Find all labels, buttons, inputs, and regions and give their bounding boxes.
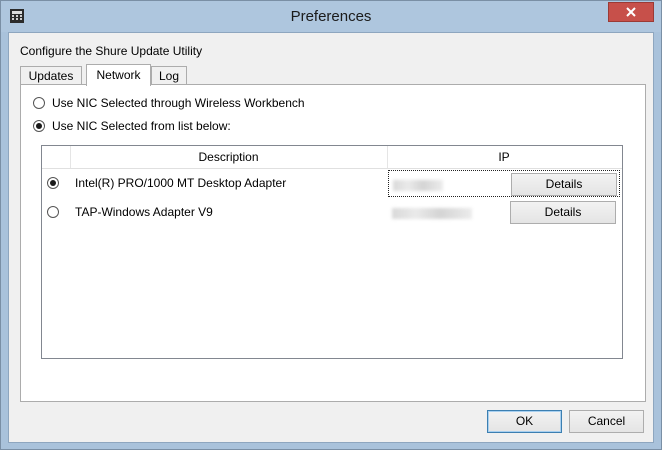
row-radio-selected[interactable] <box>47 177 59 189</box>
dialog-body: Configure the Shure Update Utility Updat… <box>8 32 654 443</box>
adapter-description: TAP-Windows Adapter V9 <box>75 205 213 219</box>
adapter-description: Intel(R) PRO/1000 MT Desktop Adapter <box>75 176 287 190</box>
window-title: Preferences <box>290 8 372 25</box>
ip-cell[interactable]: Details <box>388 170 620 197</box>
nic-table: Description IP Intel(R) PRO/1000 MT Desk… <box>41 145 623 359</box>
tab-log[interactable]: Log <box>151 66 187 84</box>
option-wireless-workbench[interactable]: Use NIC Selected through Wireless Workbe… <box>33 96 305 110</box>
table-row[interactable]: TAP-Windows Adapter V9 Details <box>42 198 622 227</box>
column-header-description[interactable]: Description <box>70 146 388 168</box>
tab-updates[interactable]: Updates <box>20 66 82 84</box>
radio-button[interactable] <box>33 97 45 109</box>
tab-network[interactable]: Network <box>86 64 151 86</box>
details-button[interactable]: Details <box>510 201 616 224</box>
option-label: Use NIC Selected from list below: <box>52 119 231 133</box>
table-row[interactable]: Intel(R) PRO/1000 MT Desktop Adapter Det… <box>42 169 622 198</box>
redacted-ip <box>393 180 443 191</box>
column-header-ip[interactable]: IP <box>387 146 621 168</box>
preferences-window: Preferences Configure the Shure Update U… <box>0 0 662 450</box>
close-icon <box>626 7 636 17</box>
table-header: Description IP <box>42 146 622 169</box>
option-list-below[interactable]: Use NIC Selected from list below: <box>33 119 231 133</box>
cancel-button[interactable]: Cancel <box>569 410 644 433</box>
option-label: Use NIC Selected through Wireless Workbe… <box>52 96 305 110</box>
dialog-heading: Configure the Shure Update Utility <box>20 44 203 58</box>
redacted-ip <box>392 208 472 219</box>
ok-button[interactable]: OK <box>487 410 562 433</box>
radio-button-checked[interactable] <box>33 120 45 132</box>
row-radio[interactable] <box>47 206 59 218</box>
details-button[interactable]: Details <box>511 173 617 196</box>
close-button[interactable] <box>608 2 654 22</box>
title-bar[interactable]: Preferences <box>1 1 661 32</box>
select-column-header <box>42 146 71 168</box>
ip-cell[interactable]: Details <box>388 199 620 226</box>
network-tab-panel: Use NIC Selected through Wireless Workbe… <box>20 84 646 402</box>
